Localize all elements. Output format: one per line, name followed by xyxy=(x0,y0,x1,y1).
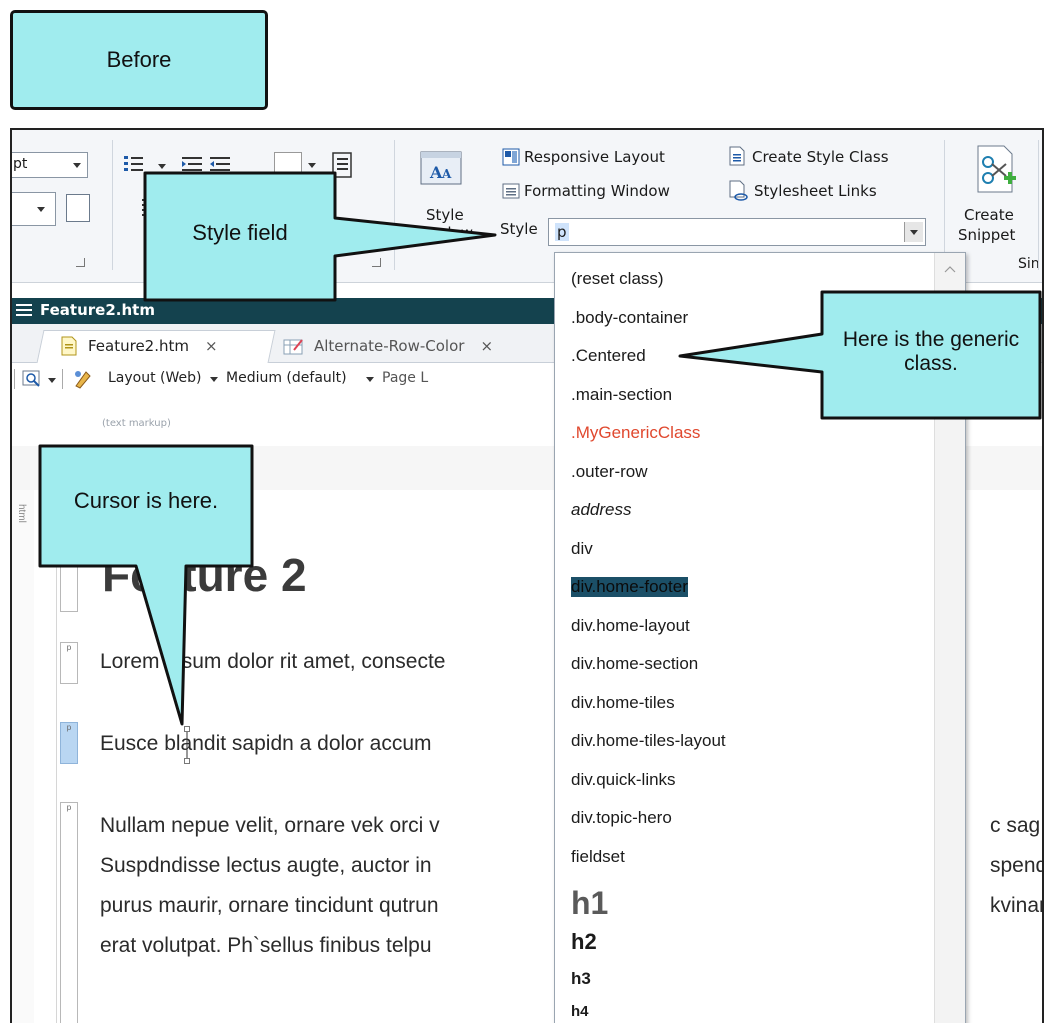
chevron-down-icon[interactable] xyxy=(210,377,218,382)
dropdown-item[interactable]: .outer-row xyxy=(571,462,648,482)
generic-class-callout: Here is the generic class. xyxy=(676,288,1046,424)
doc-paragraph-3-line3[interactable]: purus maurir, ornare tincidunt qutrun xyxy=(100,894,439,918)
dropdown-item[interactable]: div.quick-links xyxy=(571,770,676,790)
dropdown-item[interactable]: .Centered xyxy=(571,346,646,366)
dropdown-item[interactable]: div.topic-hero xyxy=(571,808,672,828)
cursor-callout: Cursor is here. xyxy=(36,442,258,732)
document-title: Feature2.htm xyxy=(40,301,155,319)
medium-dropdown-label: Medium (default) xyxy=(226,370,347,386)
style-field-input[interactable]: p xyxy=(548,218,926,246)
font-dropdown[interactable] xyxy=(12,192,56,226)
group-separator xyxy=(1038,140,1039,270)
generic-class-callout-text: Here is the generic class. xyxy=(842,328,1020,375)
dropdown-item[interactable]: div.home-tiles-layout xyxy=(571,731,726,751)
create-style-class-icon[interactable] xyxy=(728,146,746,166)
doc-paragraph-2[interactable]: Eusce blandit sapidn a dolor accum xyxy=(100,732,432,756)
cursor-callout-text: Cursor is here. xyxy=(73,488,219,513)
dropdown-item[interactable]: .main-section xyxy=(571,385,672,405)
stylesheet-links-button[interactable]: Stylesheet Links xyxy=(754,182,877,200)
dialog-launcher-icon[interactable] xyxy=(76,258,85,267)
dropdown-item[interactable]: div.home-footer xyxy=(571,577,688,597)
htm-file-icon xyxy=(61,336,77,356)
chevron-up-icon[interactable] xyxy=(935,259,965,279)
layout-dropdown-label: Layout (Web) xyxy=(108,370,202,386)
group-separator xyxy=(944,140,945,270)
style-field-callout-text: Style field xyxy=(192,220,288,245)
responsive-layout-icon[interactable] xyxy=(502,148,520,166)
group-separator xyxy=(112,140,113,270)
create-style-class-button[interactable]: Create Style Class xyxy=(752,148,889,166)
dropdown-item[interactable]: div xyxy=(571,539,593,559)
dropdown-item[interactable]: h1 xyxy=(571,885,608,922)
callout-shape xyxy=(38,444,254,726)
structure-bar-label: html xyxy=(16,504,27,523)
chevron-down-icon[interactable] xyxy=(48,378,56,383)
style-field-value: p xyxy=(555,223,569,241)
formatting-window-button[interactable]: Formatting Window xyxy=(524,182,670,200)
layout-dropdown[interactable]: Layout (Web) xyxy=(108,370,202,386)
doc-paragraph-3-line1[interactable]: Nullam nepue velit, ornare vek orci v xyxy=(100,814,440,838)
toolbar-separator xyxy=(62,369,63,389)
dropdown-item[interactable]: h3 xyxy=(571,969,591,989)
create-snippet-label-1[interactable]: Create xyxy=(964,206,1014,224)
menu-icon[interactable] xyxy=(16,302,34,318)
text-markup-label: (text markup) xyxy=(102,418,171,429)
medium-dropdown[interactable]: Medium (default) xyxy=(226,370,347,386)
preview-icon[interactable] xyxy=(22,369,42,389)
page-layout-dropdown[interactable]: Page L xyxy=(382,370,428,386)
dropdown-item[interactable]: address xyxy=(571,500,631,520)
chevron-down-icon xyxy=(73,163,81,168)
table-style-icon xyxy=(283,339,303,355)
responsive-layout-button[interactable]: Responsive Layout xyxy=(524,148,665,166)
dropdown-item[interactable]: .MyGenericClass xyxy=(571,423,700,443)
page-icon[interactable] xyxy=(66,194,90,222)
tab-alternate-row-color-label: Alternate-Row-Color xyxy=(314,337,465,355)
chevron-down-icon xyxy=(37,207,45,212)
chevron-down-icon[interactable] xyxy=(366,377,374,382)
dropdown-item[interactable]: h2 xyxy=(571,929,597,955)
single-group-label: Sin xyxy=(1018,256,1040,272)
dropdown-item[interactable]: .body-container xyxy=(571,308,688,328)
dropdown-item[interactable]: div.home-tiles xyxy=(571,693,675,713)
dropdown-item[interactable]: (reset class) xyxy=(571,269,664,289)
page-layout-label: Page L xyxy=(382,370,429,386)
dropdown-item[interactable]: fieldset xyxy=(571,847,625,867)
dropdown-item[interactable]: h4 xyxy=(571,1003,589,1020)
tab-close-icon[interactable]: × xyxy=(205,337,218,355)
doc-text-fragment: kvinar xyxy=(990,894,1044,917)
tab-feature2-content[interactable]: Feature2.htm × xyxy=(52,330,272,362)
tab-feature2-label: Feature2.htm xyxy=(88,337,189,355)
structure-bar-html[interactable]: html xyxy=(12,490,35,1023)
create-snippet-icon[interactable] xyxy=(974,144,1018,196)
doc-paragraph-3-line2[interactable]: Suspdndisse lectus augte, auctor in xyxy=(100,854,432,878)
before-label: Before xyxy=(10,10,268,110)
dropdown-item[interactable]: div.home-layout xyxy=(571,616,690,636)
before-label-text: Before xyxy=(106,47,172,72)
chevron-down-icon xyxy=(910,230,918,235)
style-field-dropdown-button[interactable] xyxy=(904,222,923,242)
font-size-value: pt xyxy=(13,156,28,172)
toolbar-separator xyxy=(14,369,15,389)
dropdown-item[interactable]: div.home-section xyxy=(571,654,698,674)
tab-close-icon[interactable]: × xyxy=(480,337,493,355)
doc-text-fragment: spend xyxy=(990,854,1044,877)
style-field-callout: Style field xyxy=(140,168,510,308)
doc-text-fragment: c sag xyxy=(990,814,1041,837)
font-size-combo[interactable]: pt xyxy=(12,152,88,178)
tab-alternate-row-color[interactable]: Alternate-Row-Color × xyxy=(282,330,562,362)
doc-paragraph-3-line4[interactable]: erat volutpat. Ph`sellus finibus telpu xyxy=(100,934,432,958)
layout-tool-icon[interactable] xyxy=(72,368,94,390)
create-snippet-label-2[interactable]: Snippet xyxy=(958,226,1015,244)
stylesheet-links-icon[interactable] xyxy=(728,180,748,202)
p-block-marker[interactable]: p xyxy=(60,802,78,1023)
